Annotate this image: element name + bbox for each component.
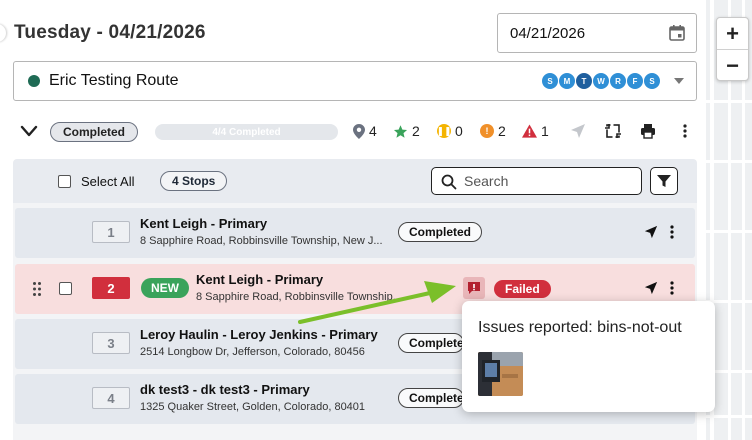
filter-button[interactable]	[650, 167, 678, 195]
pause-icon: ❚❚	[436, 124, 452, 138]
stop-checkbox[interactable]	[59, 282, 72, 295]
chevron-down-icon[interactable]	[20, 124, 38, 138]
stop-sequence: 2	[92, 277, 130, 299]
stat-alerts-count: 1	[541, 123, 549, 139]
route-days: S M T W R F S	[542, 73, 660, 89]
route-color-dot	[28, 75, 40, 87]
date-value: 04/21/2026	[510, 24, 586, 42]
stop-status-badge: Completed	[398, 333, 464, 353]
navigate-icon[interactable]	[570, 123, 586, 139]
panel-collapse-tab[interactable]	[0, 24, 6, 42]
issue-popover-title: Issues reported: bins-not-out	[478, 319, 682, 336]
stops-count-badge: 4 Stops	[160, 171, 228, 191]
route-status-badge: Completed	[50, 122, 139, 142]
stop-name: dk test3 - dk test3 - Primary	[140, 382, 310, 397]
day-badge: S	[542, 73, 558, 89]
stop-name: Kent Leigh - Primary	[196, 272, 324, 287]
more-vertical-icon[interactable]	[677, 123, 693, 139]
zoom-out-button[interactable]: −	[717, 50, 748, 81]
stat-alerts: 1	[522, 123, 549, 139]
search-icon	[441, 174, 457, 190]
stop-status-badge: Completed	[398, 388, 464, 408]
issue-popover: Issues reported: bins-not-out	[462, 301, 715, 412]
stop-address: 2514 Longbow Dr, Jefferson, Colorado, 80…	[140, 346, 365, 358]
zoom-in-button[interactable]: +	[717, 18, 748, 49]
more-vertical-icon[interactable]	[665, 280, 679, 296]
issue-report-icon[interactable]	[463, 277, 485, 299]
stat-warnings-count: 2	[498, 123, 506, 139]
optimize-route-icon[interactable]	[605, 123, 621, 139]
stop-status-badge: Completed	[398, 222, 483, 242]
stops-list-header: Select All 4 Stops	[13, 159, 697, 203]
search-input[interactable]	[464, 172, 634, 190]
stop-name: Kent Leigh - Primary	[140, 216, 268, 231]
day-badge: R	[610, 73, 626, 89]
stop-sequence: 3	[92, 332, 130, 354]
select-all-checkbox[interactable]	[58, 175, 71, 188]
map-pin-icon	[353, 123, 365, 139]
calendar-icon[interactable]	[668, 24, 686, 42]
stop-sequence: 1	[92, 221, 130, 243]
chevron-down-icon[interactable]	[674, 78, 684, 84]
more-vertical-icon[interactable]	[665, 224, 679, 240]
warning-circle-icon: !	[480, 124, 494, 138]
star-icon	[393, 124, 408, 138]
stat-paused-count: 0	[455, 123, 463, 139]
issue-photo-image	[478, 352, 523, 396]
day-badge: M	[559, 73, 575, 89]
stop-address: 1325 Quaker Street, Golden, Colorado, 80…	[140, 401, 366, 413]
filter-icon	[657, 175, 671, 187]
stop-row[interactable]: 1 Kent Leigh - Primary 8 Sapphire Road, …	[15, 208, 695, 258]
select-all-label: Select All	[81, 174, 135, 189]
stop-name: Leroy Haulin - Leroy Jenkins - Primary	[140, 327, 378, 342]
stat-stars-count: 2	[412, 123, 420, 139]
stop-address: 8 Sapphire Road, Robbinsville Township, …	[196, 291, 396, 303]
comment-alert-icon	[468, 282, 480, 294]
stat-pins-count: 4	[369, 123, 377, 139]
day-badge: S	[644, 73, 660, 89]
stat-stars: 2	[393, 123, 420, 139]
stop-address: 8 Sapphire Road, Robbinsville Township, …	[140, 235, 383, 247]
alert-triangle-icon	[522, 124, 537, 138]
route-select[interactable]: Eric Testing Route S M T W R F S	[13, 61, 697, 101]
stop-status-badge: Failed	[494, 280, 551, 298]
day-badge: W	[593, 73, 609, 89]
stat-paused: ❚❚ 0	[436, 123, 463, 139]
stop-sequence: 4	[92, 387, 130, 409]
navigate-icon[interactable]	[644, 225, 658, 239]
stat-warnings: ! 2	[480, 123, 506, 139]
day-badge: F	[627, 73, 643, 89]
navigate-icon[interactable]	[644, 281, 658, 295]
new-badge: NEW	[141, 278, 189, 298]
search-box[interactable]	[431, 167, 642, 195]
stat-pins: 4	[353, 123, 377, 139]
day-badge: T	[576, 73, 592, 89]
print-icon[interactable]	[640, 123, 656, 139]
date-field[interactable]: 04/21/2026	[497, 13, 697, 53]
issue-photo-thumbnail[interactable]	[478, 352, 523, 396]
route-progress-bar: 4/4 Completed	[155, 124, 338, 140]
page-title: Tuesday - 04/21/2026	[14, 22, 206, 43]
map-zoom-control: + −	[716, 17, 749, 81]
route-name: Eric Testing Route	[49, 72, 179, 89]
drag-handle-icon[interactable]	[32, 281, 42, 297]
